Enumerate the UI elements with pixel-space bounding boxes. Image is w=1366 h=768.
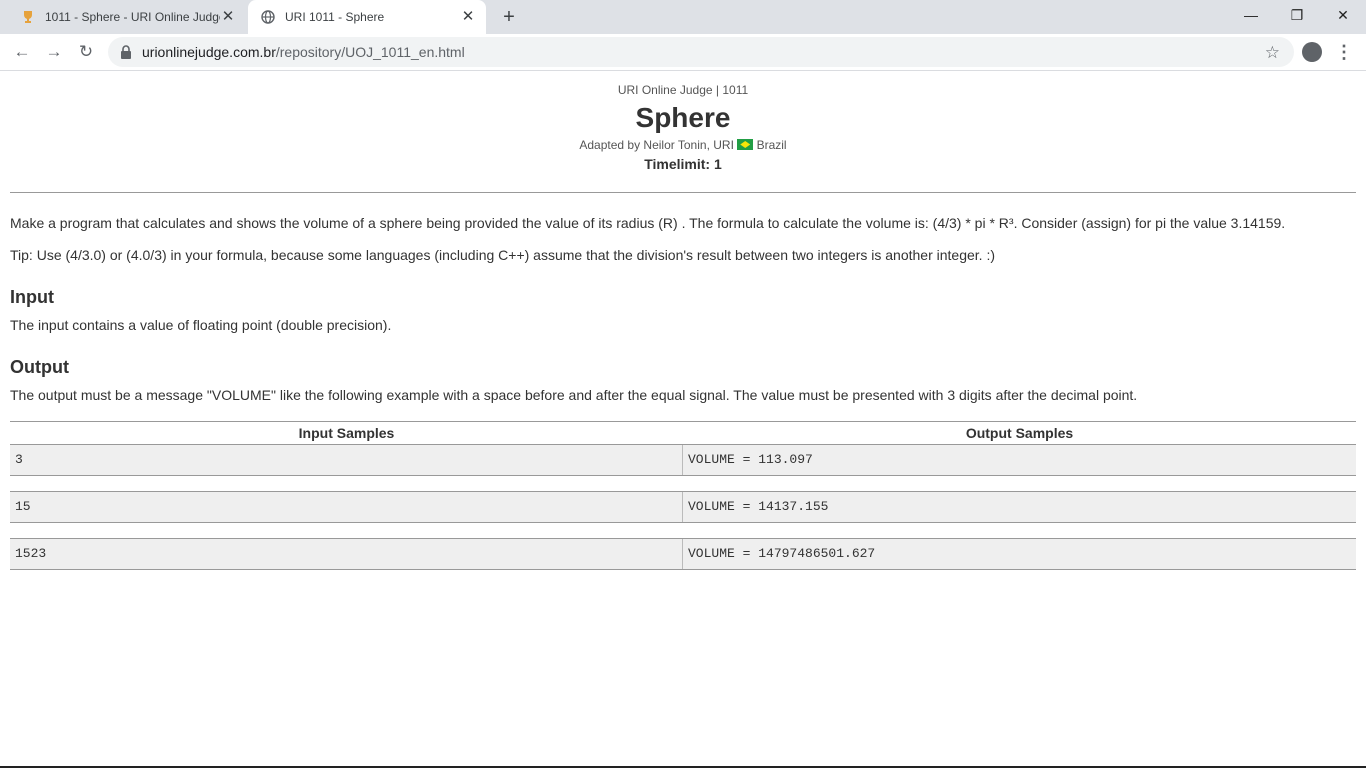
tab-active-sphere[interactable]: URI 1011 - Sphere ✕ (248, 0, 486, 34)
sample-input: 1523 (10, 539, 683, 569)
trophy-icon (20, 9, 36, 25)
page-title: Sphere (635, 102, 731, 133)
tip: Tip: Use (4/3.0) or (4.0/3) in your form… (10, 247, 995, 263)
problem-header: URI Online Judge | 1011 Sphere Adapted b… (0, 83, 1366, 172)
divider (10, 192, 1356, 193)
adapted-by: Adapted by Neilor Tonin, URI Brazil (0, 138, 1366, 152)
close-tab-icon[interactable]: ✕ (460, 9, 476, 25)
output-heading: Output (10, 357, 69, 377)
samples-table: Input Samples Output Samples 3 VOLUME = … (10, 421, 1356, 585)
brazil-flag-icon (737, 139, 754, 150)
input-samples-header: Input Samples (298, 425, 395, 441)
sample-output: VOLUME = 14797486501.627 (688, 546, 876, 561)
url-text: urionlinejudge.com.br/repository/UOJ_101… (142, 44, 465, 60)
output-text: The output must be a message "VOLUME" li… (10, 387, 1138, 403)
tab-title: 1011 - Sphere - URI Online Judge (45, 10, 220, 24)
url-path: /repository/UOJ_1011_en.html (275, 44, 465, 60)
sample-input: 3 (10, 445, 683, 475)
lock-icon (120, 45, 132, 59)
profile-avatar-icon[interactable] (1302, 42, 1322, 62)
menu-kebab-icon[interactable]: ⋮ (1334, 42, 1354, 62)
reload-icon[interactable]: ↻ (76, 42, 96, 62)
description: Make a program that calculates and shows… (10, 215, 1286, 231)
tab-uri-problem[interactable]: 1011 - Sphere - URI Online Judge ✕ (8, 0, 246, 34)
tab-strip: 1011 - Sphere - URI Online Judge ✕ URI 1… (0, 0, 1366, 34)
close-tab-icon[interactable]: ✕ (220, 9, 236, 25)
restore-icon[interactable]: ❐ (1274, 0, 1320, 30)
adapted-by-text: Adapted by Neilor Tonin, URI (579, 138, 734, 152)
table-row: 15 VOLUME = 14137.155 (10, 491, 1356, 523)
sample-input: 15 (10, 492, 683, 522)
address-bar[interactable]: urionlinejudge.com.br/repository/UOJ_101… (108, 37, 1294, 67)
minimize-icon[interactable]: — (1228, 0, 1274, 30)
output-samples-header: Output Samples (965, 425, 1074, 441)
new-tab-button[interactable]: + (498, 7, 520, 27)
input-text: The input contains a value of floating p… (10, 317, 392, 333)
close-window-icon[interactable]: ✕ (1320, 0, 1366, 30)
input-heading: Input (10, 287, 54, 307)
country-name: Brazil (756, 138, 787, 152)
back-icon[interactable]: ← (12, 42, 32, 62)
problem-subtitle: URI Online Judge | 1011 (617, 83, 749, 97)
samples-header-row: Input Samples Output Samples (10, 422, 1356, 444)
sample-output: VOLUME = 14137.155 (688, 499, 829, 514)
table-row: 1523 VOLUME = 14797486501.627 (10, 538, 1356, 570)
browser-toolbar: ← → ↻ urionlinejudge.com.br/repository/U… (0, 34, 1366, 71)
url-host: urionlinejudge.com.br (142, 44, 276, 60)
page-content: URI Online Judge | 1011 Sphere Adapted b… (0, 71, 1366, 768)
timelimit: Timelimit: 1 (644, 156, 722, 172)
forward-icon[interactable]: → (44, 42, 64, 62)
sample-output: VOLUME = 113.097 (688, 452, 813, 467)
globe-icon (260, 9, 276, 25)
tab-title: URI 1011 - Sphere (285, 10, 385, 24)
bookmark-star-icon[interactable]: ☆ (1265, 43, 1280, 63)
table-row: 3 VOLUME = 113.097 (10, 444, 1356, 476)
